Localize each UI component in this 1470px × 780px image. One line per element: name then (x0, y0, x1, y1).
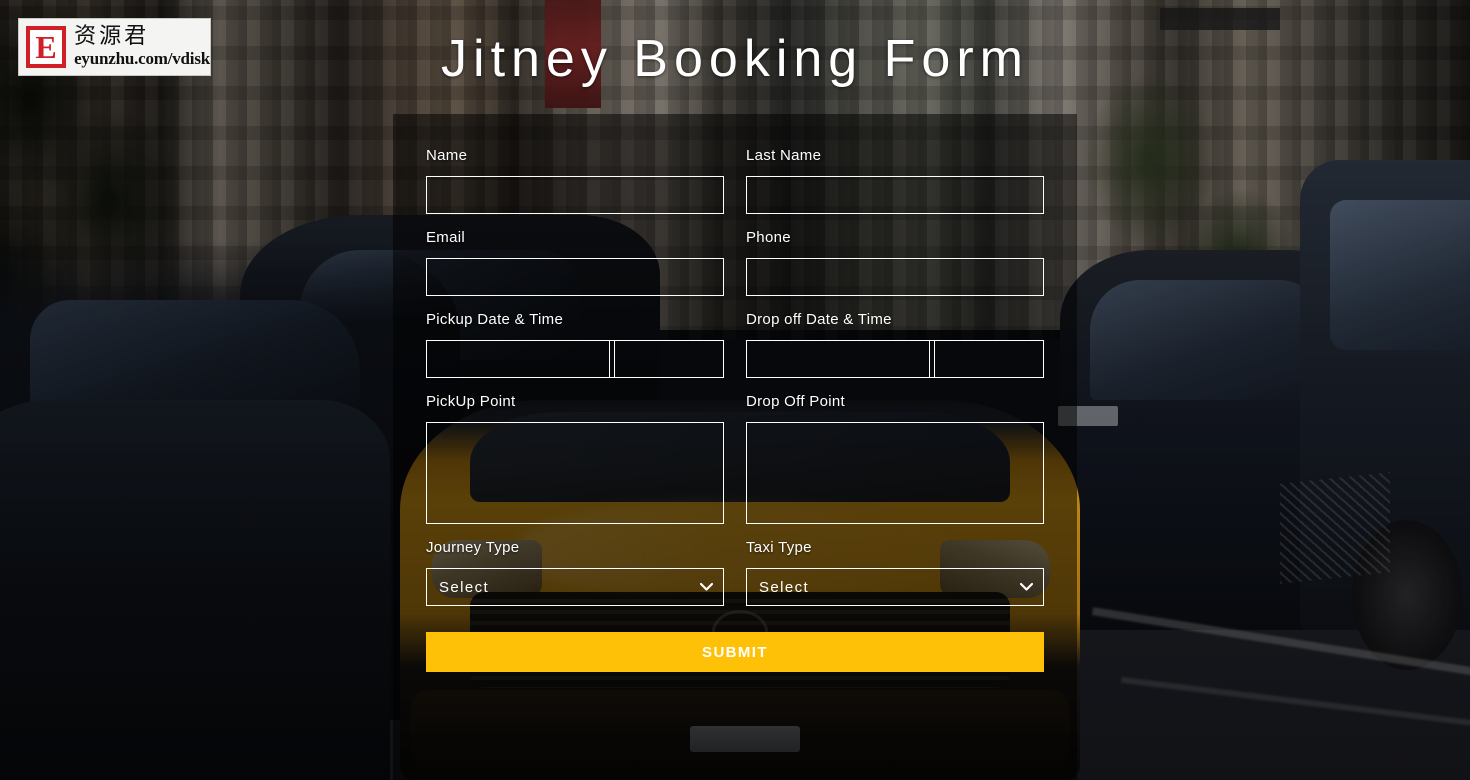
dropoff-time-input[interactable] (929, 340, 1044, 378)
field-group-dropoff-point: Drop Off Point (746, 392, 1044, 524)
pickup-datetime-pair (426, 340, 724, 378)
label-dropoff-datetime: Drop off Date & Time (746, 311, 892, 328)
field-group-last-name: Last Name (746, 146, 1044, 214)
watermark-letter-icon: E (26, 26, 67, 68)
field-group-name: Name (426, 146, 724, 214)
form-row-contact: Email Phone (426, 228, 1044, 296)
phone-input[interactable] (746, 258, 1044, 296)
watermark-logo: E 资源君 eyunzhu.com/vdisk (18, 18, 211, 76)
last-name-input[interactable] (746, 176, 1044, 214)
field-group-pickup-point: PickUp Point (426, 392, 724, 524)
watermark-url: eyunzhu.com/vdisk (74, 49, 210, 68)
pickup-time-input[interactable] (609, 340, 724, 378)
watermark-text: 资源君 eyunzhu.com/vdisk (74, 25, 210, 69)
pickup-date-input[interactable] (426, 340, 615, 378)
taxi-type-select[interactable]: Select (746, 568, 1044, 606)
field-group-journey-type: Journey Type Select (426, 538, 724, 606)
dropoff-datetime-pair (746, 340, 1044, 378)
label-phone: Phone (746, 229, 791, 246)
email-input[interactable] (426, 258, 724, 296)
submit-button[interactable]: SUBMIT (426, 632, 1044, 672)
booking-form: Name Last Name Email Phone Pickup Date &… (393, 114, 1077, 780)
page-title: Jitney Booking Form (441, 30, 1029, 88)
watermark-brand-cn: 资源君 (74, 24, 150, 49)
dropoff-point-textarea[interactable] (746, 422, 1044, 524)
label-last-name: Last Name (746, 147, 822, 164)
dropoff-date-input[interactable] (746, 340, 935, 378)
label-dropoff-point: Drop Off Point (746, 393, 845, 410)
form-row-points: PickUp Point Drop Off Point (426, 392, 1044, 524)
label-pickup-point: PickUp Point (426, 393, 516, 410)
label-journey-type: Journey Type (426, 539, 520, 556)
journey-type-select[interactable]: Select (426, 568, 724, 606)
form-row-name: Name Last Name (426, 146, 1044, 214)
form-row-types: Journey Type Select Taxi Type Select (426, 538, 1044, 606)
field-group-dropoff-datetime: Drop off Date & Time (746, 310, 1044, 378)
field-group-email: Email (426, 228, 724, 296)
field-group-pickup-datetime: Pickup Date & Time (426, 310, 724, 378)
label-pickup-datetime: Pickup Date & Time (426, 311, 564, 328)
label-taxi-type: Taxi Type (746, 539, 812, 556)
field-group-phone: Phone (746, 228, 1044, 296)
label-name: Name (426, 147, 468, 164)
pickup-point-textarea[interactable] (426, 422, 724, 524)
taxi-type-wrap: Select (746, 568, 1044, 606)
field-group-taxi-type: Taxi Type Select (746, 538, 1044, 606)
name-input[interactable] (426, 176, 724, 214)
form-row-datetime: Pickup Date & Time Drop off Date & Time (426, 310, 1044, 378)
journey-type-wrap: Select (426, 568, 724, 606)
label-email: Email (426, 229, 466, 246)
page-root: Jitney Booking Form Name Last Name Email… (0, 0, 1470, 780)
